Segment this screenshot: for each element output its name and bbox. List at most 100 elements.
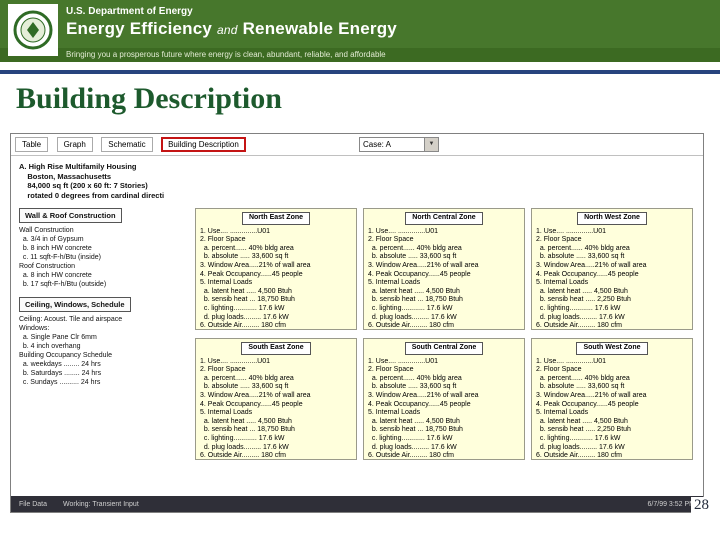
zone-panel: South West Zone 1. Use.... ..............… [531, 338, 693, 460]
app-content: A. High Rise Multifamily Housing Boston,… [11, 156, 703, 496]
zone-panel: North Central Zone 1. Use.... ...........… [363, 208, 525, 330]
zone-line: 5. Internal Loads [200, 279, 253, 287]
zone-line: 4. Peak Occupancy......45 people [200, 270, 303, 278]
zone-line: 4. Peak Occupancy......45 people [368, 400, 471, 408]
zone-line: 2. Floor Space [536, 236, 582, 244]
zone-line: b. sensib heat ..... 2,250 Btuh [536, 296, 631, 304]
zone-line: b. absolute ..... 33,600 sq ft [368, 383, 457, 391]
building-detail-line: a. 3/4 in of Gypsum [19, 236, 84, 243]
building-header-line: Boston, Massachusetts [19, 171, 112, 181]
program-title-and: and [217, 23, 238, 37]
zone-line: d. plug loads......... 17.6 kW [368, 443, 457, 451]
building-detail-line: a. 8 inch HW concrete [19, 272, 92, 279]
building-detail-line: a. Single Pane Clr 6mm [19, 334, 97, 341]
building-detail-line: a. weekdays ........ 24 hrs [19, 361, 101, 368]
eere-banner: U.S. Department of Energy Energy Efficie… [0, 0, 720, 62]
zone-title: South West Zone [576, 342, 648, 355]
zone-line: 2. Floor Space [200, 366, 246, 374]
zone-line: 3. Window Area.....21% of wall area [536, 261, 647, 269]
zone-line: b. absolute ..... 33,600 sq ft [200, 383, 289, 391]
section-button[interactable]: Ceiling, Windows, Schedule [19, 297, 131, 312]
zone-line: c. lighting............ 17.6 kW [536, 434, 621, 442]
banner-tagline: Bringing you a prosperous future where e… [66, 50, 386, 59]
zone-line: 4. Peak Occupancy......45 people [536, 270, 639, 278]
status-time: 6/7/99 3:52 PM [647, 500, 695, 508]
zone-line: b. absolute ..... 33,600 sq ft [536, 383, 625, 391]
zone-title: North East Zone [241, 212, 311, 225]
zone-line: a. latent heat ..... 4,500 Btuh [368, 417, 460, 425]
zone-title: South East Zone [241, 342, 311, 355]
zone-line: 4. Peak Occupancy......45 people [368, 270, 471, 278]
zone-line: 3. Window Area.....21% of wall area [536, 391, 647, 399]
tab-schematic[interactable]: Schematic [101, 137, 153, 152]
zone-line: 2. Floor Space [200, 236, 246, 244]
zone-panel: South East Zone 1. Use.... ..............… [195, 338, 357, 460]
zone-title: South Central Zone [404, 342, 484, 355]
zone-line: c. lighting............ 17.6 kW [368, 434, 453, 442]
tab-graph[interactable]: Graph [56, 137, 93, 152]
building-detail-line: Roof Construction [19, 263, 76, 270]
chevron-down-icon[interactable]: ▼ [425, 137, 439, 152]
zone-panel: South Central Zone 1. Use.... ...........… [363, 338, 525, 460]
zone-line: a. percent...... 40% bldg area [536, 374, 630, 382]
tab-table[interactable]: Table [15, 137, 49, 152]
zone-line: 6. Outside Air......... 180 cfm [368, 452, 454, 460]
building-detail-line: b. 8 inch HW concrete [19, 245, 92, 252]
zone-title: North Central Zone [405, 212, 483, 225]
zone-panel: North East Zone 1. Use.... ..............… [195, 208, 357, 330]
zone-line: 1. Use.... ..............U01 [536, 227, 607, 235]
zone-line: d. plug loads......... 17.6 kW [536, 443, 625, 451]
building-summary-panel: A. High Rise Multifamily Housing Boston,… [19, 162, 193, 387]
zone-line: 6. Outside Air......... 180 cfm [536, 322, 622, 330]
zone-line: a. percent...... 40% bldg area [368, 374, 462, 382]
zone-line: 2. Floor Space [368, 366, 414, 374]
zone-line: d. plug loads......... 17.6 kW [200, 443, 289, 451]
status-center: Working: Transient Input [63, 500, 139, 508]
zone-line: 5. Internal Loads [368, 279, 421, 287]
zone-line: b. sensib heat ... 18,750 Btuh [368, 296, 463, 304]
page-title: Building Description [16, 82, 282, 115]
zone-line: 3. Window Area.....21% of wall area [200, 391, 311, 399]
status-left: File Data [19, 500, 48, 508]
zone-line: c. lighting............ 17.6 kW [200, 434, 285, 442]
building-detail-line: b. 4 inch overhang [19, 343, 81, 350]
case-selector[interactable]: Case: A ▼ [359, 137, 439, 152]
zone-line: 1. Use.... ..............U01 [536, 357, 607, 365]
zone-grid: North East Zone 1. Use.... ..............… [195, 208, 693, 460]
zone-line: b. absolute ..... 33,600 sq ft [200, 253, 289, 261]
zone-line: 1. Use.... ..............U01 [368, 357, 439, 365]
zone-line: b. absolute ..... 33,600 sq ft [536, 253, 625, 261]
program-title: Energy Efficiency and Renewable Energy [66, 19, 397, 39]
doe-seal-icon [13, 10, 53, 50]
zone-line: 3. Window Area.....21% of wall area [368, 391, 479, 399]
zone-line: a. latent heat ..... 4,500 Btuh [200, 417, 292, 425]
zone-title: North West Zone [577, 212, 647, 225]
zone-line: 4. Peak Occupancy......45 people [536, 400, 639, 408]
program-title-main: Energy Efficiency [66, 19, 213, 38]
divider-rule [0, 70, 720, 74]
zone-line: 1. Use.... ..............U01 [200, 357, 271, 365]
zone-line: 6. Outside Air......... 180 cfm [368, 322, 454, 330]
doe-seal-logo [8, 4, 58, 56]
zone-line: 6. Outside Air......... 180 cfm [200, 452, 286, 460]
zone-line: a. latent heat ..... 4,500 Btuh [536, 287, 628, 295]
building-header-line: 84,000 sq ft (200 x 60 ft: 7 Stories) [19, 181, 148, 190]
building-detail-line: Wall Construction [19, 227, 74, 234]
section-button[interactable]: Wall & Roof Construction [19, 208, 122, 223]
building-header-line: rotated 0 degrees from cardinal directi [19, 190, 165, 200]
zone-line: a. latent heat ..... 4,500 Btuh [368, 287, 460, 295]
building-header-line: A. High Rise Multifamily Housing [19, 162, 137, 171]
app-window: Table Graph Schematic Building Descripti… [10, 133, 704, 513]
zone-line: 6. Outside Air......... 180 cfm [200, 322, 286, 330]
page-number: 28 [691, 497, 712, 514]
zone-panel: North West Zone 1. Use.... ..............… [531, 208, 693, 330]
zone-line: 1. Use.... ..............U01 [200, 227, 271, 235]
tab-building-description[interactable]: Building Description [161, 137, 246, 152]
zone-line: 5. Internal Loads [536, 279, 589, 287]
zone-line: 4. Peak Occupancy......45 people [200, 400, 303, 408]
zone-line: a. percent...... 40% bldg area [368, 244, 462, 252]
zone-line: a. percent...... 40% bldg area [536, 244, 630, 252]
zone-line: d. plug loads......... 17.6 kW [536, 313, 625, 321]
tab-bar: Table Graph Schematic Building Descripti… [11, 134, 703, 156]
zone-line: 5. Internal Loads [536, 409, 589, 417]
